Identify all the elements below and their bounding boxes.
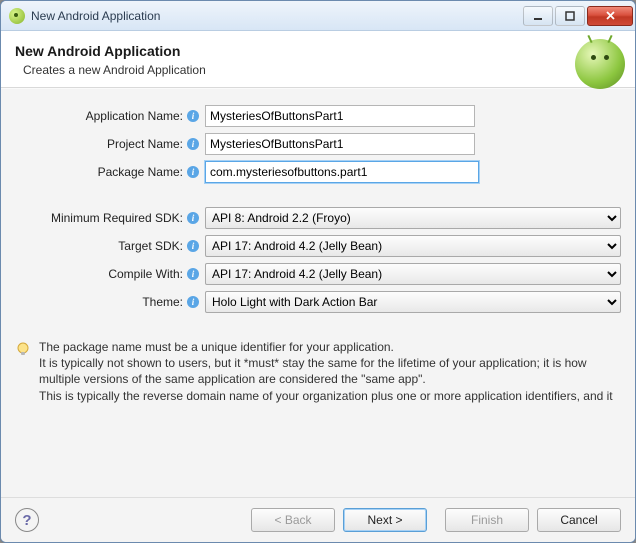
help-button[interactable]: ? bbox=[15, 508, 39, 532]
dialog-window: New Android Application New Android Appl… bbox=[0, 0, 636, 543]
row-project-name: Project Name: i bbox=[15, 133, 621, 155]
label-theme: Theme: bbox=[15, 295, 185, 309]
back-button: < Back bbox=[251, 508, 335, 532]
minimize-icon bbox=[533, 11, 543, 21]
info-icon[interactable]: i bbox=[187, 212, 199, 224]
android-hero-icon bbox=[575, 39, 625, 89]
hint-text: The package name must be a unique identi… bbox=[39, 339, 621, 404]
target-sdk-select[interactable]: API 17: Android 4.2 (Jelly Bean) bbox=[205, 235, 621, 257]
titlebar[interactable]: New Android Application bbox=[1, 1, 635, 31]
label-target-sdk: Target SDK: bbox=[15, 239, 185, 253]
android-app-icon bbox=[9, 8, 25, 24]
min-sdk-select[interactable]: API 8: Android 2.2 (Froyo) bbox=[205, 207, 621, 229]
label-package-name: Package Name: bbox=[15, 165, 185, 179]
window-title: New Android Application bbox=[31, 9, 160, 23]
finish-button: Finish bbox=[445, 508, 529, 532]
content-area: Application Name: i Project Name: i Pack… bbox=[1, 88, 635, 497]
label-application-name: Application Name: bbox=[15, 109, 185, 123]
info-icon[interactable]: i bbox=[187, 296, 199, 308]
info-icon[interactable]: i bbox=[187, 268, 199, 280]
row-compile-with: Compile With: i API 17: Android 4.2 (Jel… bbox=[15, 263, 621, 285]
project-name-input[interactable] bbox=[205, 133, 475, 155]
window-controls bbox=[521, 6, 633, 26]
info-icon[interactable]: i bbox=[187, 138, 199, 150]
compile-with-select[interactable]: API 17: Android 4.2 (Jelly Bean) bbox=[205, 263, 621, 285]
page-subtitle: Creates a new Android Application bbox=[23, 63, 621, 77]
next-button[interactable]: Next > bbox=[343, 508, 427, 532]
minimize-button[interactable] bbox=[523, 6, 553, 26]
header-panel: New Android Application Creates a new An… bbox=[1, 31, 635, 88]
label-compile-with: Compile With: bbox=[15, 267, 185, 281]
row-min-sdk: Minimum Required SDK: i API 8: Android 2… bbox=[15, 207, 621, 229]
row-target-sdk: Target SDK: i API 17: Android 4.2 (Jelly… bbox=[15, 235, 621, 257]
page-title: New Android Application bbox=[15, 43, 621, 59]
maximize-button[interactable] bbox=[555, 6, 585, 26]
close-icon bbox=[605, 10, 616, 21]
close-button[interactable] bbox=[587, 6, 633, 26]
hint-block: The package name must be a unique identi… bbox=[15, 339, 621, 404]
help-icon: ? bbox=[22, 512, 31, 529]
row-theme: Theme: i Holo Light with Dark Action Bar bbox=[15, 291, 621, 313]
theme-select[interactable]: Holo Light with Dark Action Bar bbox=[205, 291, 621, 313]
info-icon[interactable]: i bbox=[187, 110, 199, 122]
lightbulb-icon bbox=[15, 341, 31, 357]
maximize-icon bbox=[565, 11, 575, 21]
row-application-name: Application Name: i bbox=[15, 105, 621, 127]
label-min-sdk: Minimum Required SDK: bbox=[15, 211, 185, 225]
info-icon[interactable]: i bbox=[187, 166, 199, 178]
row-package-name: Package Name: i bbox=[15, 161, 621, 183]
application-name-input[interactable] bbox=[205, 105, 475, 127]
cancel-button[interactable]: Cancel bbox=[537, 508, 621, 532]
info-icon[interactable]: i bbox=[187, 240, 199, 252]
button-bar: ? < Back Next > Finish Cancel bbox=[1, 497, 635, 542]
label-project-name: Project Name: bbox=[15, 137, 185, 151]
package-name-input[interactable] bbox=[205, 161, 479, 183]
